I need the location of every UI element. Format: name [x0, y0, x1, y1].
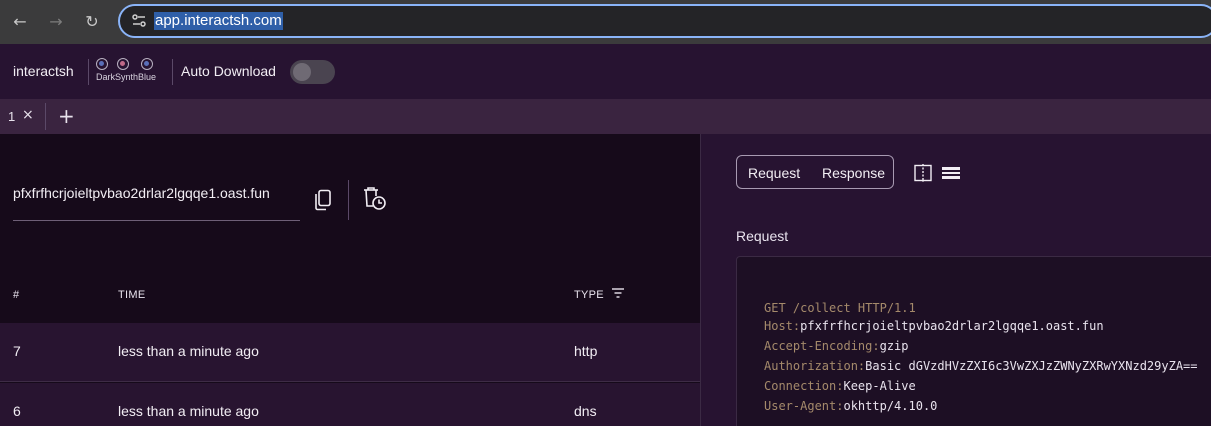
request-header-line: Connection:Keep-Alive: [764, 379, 916, 393]
row-type: dns: [574, 403, 597, 419]
stacked-view-icon[interactable]: [941, 164, 961, 182]
column-header-num: #: [13, 289, 20, 301]
app-header: interactsh DarkSynthBlue Auto Download: [0, 44, 1211, 99]
request-header-line: Accept-Encoding:gzip: [764, 339, 909, 353]
header-value: okhttp/4.10.0: [843, 399, 938, 413]
header-name: Host:: [764, 319, 801, 333]
column-header-time[interactable]: TIME: [118, 289, 145, 301]
theme-radio-2[interactable]: [117, 58, 129, 70]
request-line: GET /collect HTTP/1.1: [764, 301, 916, 315]
tab-label: 1: [8, 109, 16, 124]
reload-button[interactable]: ↻: [80, 9, 104, 33]
add-tab-button[interactable]: +: [58, 104, 75, 128]
response-tab[interactable]: Response: [822, 165, 885, 181]
auto-download-label: Auto Download: [181, 63, 276, 79]
request-heading: Request: [736, 228, 789, 244]
header-name: Connection:: [764, 379, 844, 393]
table-row[interactable]: 6 less than a minute ago dns: [0, 383, 700, 426]
detail-panel: Request Response Request GET /collect HT…: [700, 134, 1211, 426]
table-header: # TIME TYPE: [0, 282, 700, 324]
address-bar[interactable]: app.interactsh.com: [118, 4, 1211, 38]
browser-toolbar: ← → ↻ app.interactsh.com: [0, 0, 1211, 44]
request-tab[interactable]: Request: [748, 165, 800, 181]
clear-history-icon[interactable]: [363, 187, 387, 211]
header-divider: [172, 59, 173, 85]
table-row[interactable]: 7 less than a minute ago http: [0, 323, 700, 382]
row-type: http: [574, 343, 598, 359]
request-header-line: User-Agent:okhttp/4.10.0: [764, 399, 937, 413]
tabs-bar: 1 × +: [0, 99, 1211, 134]
row-num: 6: [13, 403, 21, 419]
header-name: Accept-Encoding:: [764, 339, 880, 353]
split-view-icon[interactable]: [914, 164, 932, 182]
theme-radio-3[interactable]: [141, 58, 153, 70]
header-name: Authorization:: [764, 359, 866, 373]
request-header-line: Host:pfxfrfhcrjoieltpvbao2drlar2lgqqe1.o…: [764, 319, 1104, 333]
interactions-panel: pfxfrfhcrjoieltpvbao2drlar2lgqqe1.oast.f…: [0, 134, 700, 426]
header-value: pfxfrfhcrjoieltpvbao2drlar2lgqqe1.oast.f…: [800, 319, 1104, 333]
address-text[interactable]: app.interactsh.com: [154, 12, 283, 30]
copy-icon[interactable]: [314, 189, 332, 211]
header-value: gzip: [879, 339, 909, 353]
header-value: Basic dGVzdHVzZXI6c3VwZXJzZWNyZXRwYXNzd2…: [865, 359, 1198, 373]
action-divider: [348, 180, 349, 220]
request-header-line: Authorization:Basic dGVzdHVzZXI6c3VwZXJz…: [764, 359, 1198, 373]
filter-icon[interactable]: [612, 288, 624, 298]
column-header-type[interactable]: TYPE: [574, 289, 604, 301]
theme-selector: DarkSynthBlue: [96, 58, 162, 84]
close-tab-icon[interactable]: ×: [22, 107, 34, 123]
forward-button[interactable]: →: [44, 9, 68, 33]
header-divider: [88, 59, 89, 85]
theme-radio-1[interactable]: [96, 58, 108, 70]
toggle-knob: [293, 63, 311, 81]
interaction-url-field[interactable]: pfxfrfhcrjoieltpvbao2drlar2lgqqe1.oast.f…: [13, 134, 300, 221]
header-name: User-Agent:: [764, 399, 844, 413]
interaction-url: pfxfrfhcrjoieltpvbao2drlar2lgqqe1.oast.f…: [13, 185, 270, 201]
tab-divider: [45, 103, 46, 130]
site-settings-icon[interactable]: [130, 12, 148, 30]
row-num: 7: [13, 343, 21, 359]
tab-1[interactable]: 1 ×: [0, 99, 45, 134]
row-time: less than a minute ago: [118, 403, 259, 419]
header-value: Keep-Alive: [843, 379, 916, 393]
request-response-toggle: Request Response: [736, 155, 894, 189]
auto-download-toggle[interactable]: [290, 60, 335, 84]
row-time: less than a minute ago: [118, 343, 259, 359]
app-brand: interactsh: [13, 63, 74, 79]
back-button[interactable]: ←: [8, 9, 32, 33]
theme-label: DarkSynthBlue: [96, 72, 157, 82]
request-code-block[interactable]: GET /collect HTTP/1.1 Host:pfxfrfhcrjoie…: [736, 256, 1211, 426]
